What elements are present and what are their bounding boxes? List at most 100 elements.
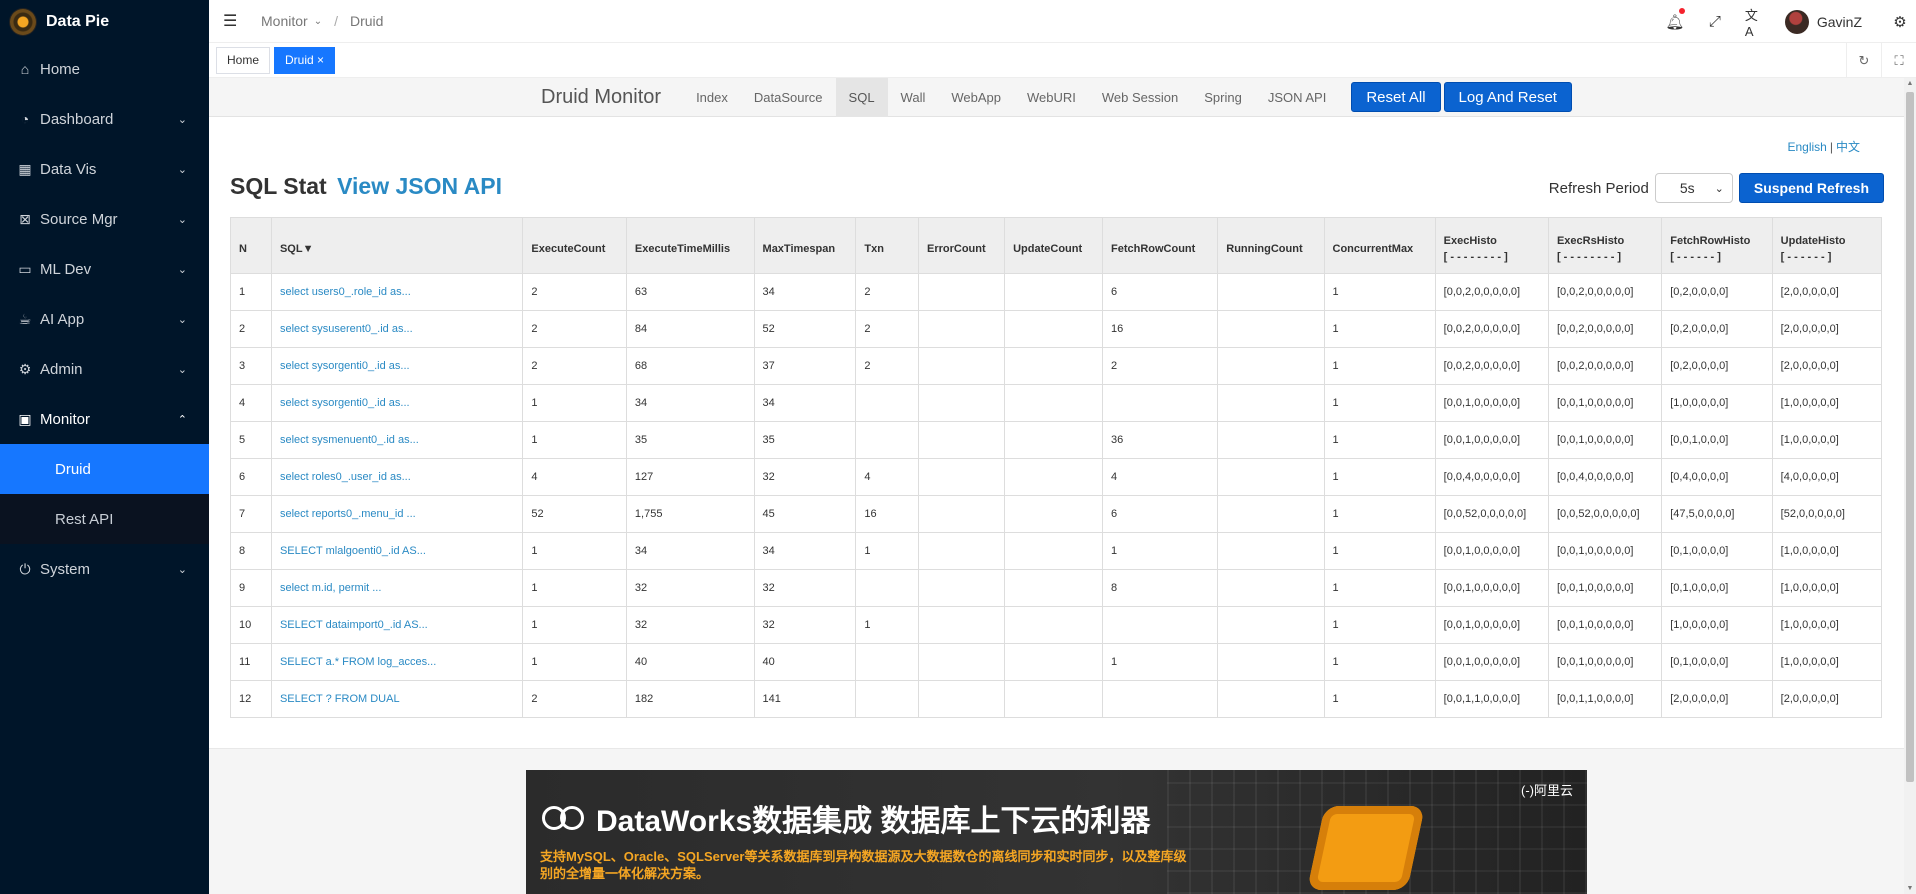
cell-errorcount [917,532,1006,570]
cell-n: 4 [230,384,272,422]
sidebar-item-system[interactable]: ⏻ System ⌄ [0,544,209,594]
sidebar-item-dashboard[interactable]: ◔ Dashboard ⌄ [0,94,209,144]
cell-maxtimespan: 32 [753,458,857,496]
cell-fetchrowcount [1101,606,1219,644]
cell-txn: 2 [855,347,919,385]
cell-txn [855,643,919,681]
cell-updatecount [1004,495,1103,533]
column-header-concurrentmax: ConcurrentMax [1323,217,1436,274]
column-header-sql[interactable]: SQL▼ [270,217,524,274]
ad-banner[interactable]: (-)阿里云 DataWorks数据集成 数据库上下云的利器 支持MySQL、O… [526,770,1587,894]
sidebar-item-ai-app[interactable]: ☕ AI App ⌄ [0,294,209,344]
sidebar-subitem-druid[interactable]: Druid [0,444,209,494]
cell-sql: select m.id, permit ... [270,569,524,607]
sidebar-menu: ⌂ Home ◔ Dashboard ⌄ ▦ Data Vis ⌄ ⊠ Source Mgr ⌄ ▭ M… [0,44,209,594]
tab-druid[interactable]: Druid × [274,46,336,74]
sql-link[interactable]: select sysorgenti0_.id as... [280,397,410,409]
chevron-down-icon: ⌄ [177,563,187,576]
sql-link[interactable]: SELECT a.* FROM log_acces... [280,656,436,668]
laptop-icon: ▭ [18,260,32,277]
scrollbar-thumb[interactable] [1906,92,1914,782]
settings-gear-icon[interactable]: ⚙ [1890,12,1910,32]
sql-link[interactable]: select sysorgenti0_.id as... [280,360,410,372]
sql-link[interactable]: SELECT mlalgoenti0_.id AS... [280,545,426,557]
druid-brand[interactable]: Druid Monitor [541,86,661,109]
cell-updatecount [1004,680,1103,718]
column-header-label: ExecRsHisto [1556,234,1625,247]
druid-nav-index[interactable]: Index [683,78,741,117]
banner-logo-graphic [1307,806,1425,890]
cell-sql: select reports0_.menu_id ... [270,495,524,533]
sidebar-item-monitor[interactable]: ▣ Monitor ⌃ [0,394,209,444]
sql-link[interactable]: select m.id, permit ... [280,582,381,594]
cell-runningcount [1217,495,1325,533]
cell-updatehisto: [4,0,0,0,0,0] [1771,458,1883,496]
bell-icon[interactable]: 🔔︎ [1665,7,1685,32]
scroll-down-icon[interactable]: ▼ [1904,885,1916,892]
scroll-up-icon[interactable]: ▲ [1904,80,1916,87]
reset-all-button[interactable]: Reset All [1351,82,1441,112]
maximize-icon[interactable]: ⛶ [1881,43,1916,78]
refresh-controls: Refresh Period 5s ⌄ Suspend Refresh [1549,173,1884,203]
sql-link[interactable]: select reports0_.menu_id ... [280,508,416,520]
druid-nav-sql[interactable]: SQL [835,78,888,117]
tab-home[interactable]: Home [216,46,271,74]
cell-fetchrowhisto: [0,1,0,0,0,0] [1661,569,1773,607]
sql-link[interactable]: select sysuserent0_.id as... [280,323,413,335]
cell-execrshisto: [0,0,2,0,0,0,0,0] [1547,273,1663,311]
cell-concurrentmax: 1 [1323,310,1436,348]
cell-fetchrowhisto: [0,4,0,0,0,0] [1661,458,1773,496]
sql-link[interactable]: select roles0_.user_id as... [280,471,411,483]
sidebar-item-ml-dev[interactable]: ▭ ML Dev ⌄ [0,244,209,294]
sidebar-item-source-mgr[interactable]: ⊠ Source Mgr ⌄ [0,194,209,244]
refresh-icon[interactable]: ↻ [1846,43,1881,78]
scrollbar[interactable]: ▲ ▼ [1904,78,1916,894]
lang-english-link[interactable]: English [1788,140,1827,154]
cell-execrshisto: [0,0,1,0,0,0,0,0] [1547,606,1663,644]
lang-chinese-link[interactable]: 中文 [1836,140,1860,154]
cell-exechisto: [0,0,2,0,0,0,0,0] [1434,273,1549,311]
sidebar-item-admin[interactable]: ⚙ Admin ⌄ [0,344,209,394]
avatar [1784,9,1809,34]
druid-nav-datasource[interactable]: DataSource [741,78,836,117]
cell-runningcount [1217,643,1325,681]
sidebar-item-home[interactable]: ⌂ Home [0,44,209,94]
menu-toggle-icon[interactable]: ☰ [223,11,241,31]
sql-stat-table: N SQL▼ ExecuteCount ExecuteTimeMillis MaxTim… [230,217,1883,718]
druid-nav-web-session[interactable]: Web Session [1089,78,1191,117]
sql-link[interactable]: SELECT ? FROM DUAL [280,693,400,705]
druid-nav-spring[interactable]: Spring [1191,78,1255,117]
druid-nav-weburi[interactable]: WebURI [1014,78,1089,117]
brand[interactable]: Data Pie [0,0,209,44]
cell-exechisto: [0,0,2,0,0,0,0,0] [1434,347,1549,385]
sql-link[interactable]: select users0_.role_id as... [280,286,411,298]
cell-exechisto: [0,0,1,0,0,0,0,0] [1434,421,1549,459]
druid-frame: Druid Monitor Index DataSource SQL Wall WebA… [209,78,1904,894]
view-json-api-link[interactable]: View JSON API [337,173,502,199]
suspend-refresh-button[interactable]: Suspend Refresh [1738,173,1884,203]
sidebar-subitem-rest-api[interactable]: Rest API [0,494,209,544]
cell-executecount: 1 [522,569,627,607]
user-menu[interactable]: GavinZ [1784,9,1862,34]
translate-icon[interactable]: 文A [1745,8,1765,39]
sidebar-item-label: Monitor [40,410,91,428]
tab-bar-actions: ↻ ⛶ [1846,43,1916,78]
table-row: 12 SELECT ? FROM DUAL 2 182 141 1 [0,0,1,1,0,0… [230,680,1883,718]
druid-nav-wall[interactable]: Wall [888,78,939,117]
druid-nav-json-api[interactable]: JSON API [1255,78,1340,117]
cell-fetchrowcount: 2 [1101,347,1219,385]
cell-n: 5 [230,421,272,459]
histo-range-label: [ - - - - - - - - ] [1443,250,1508,263]
druid-nav-webapp[interactable]: WebApp [938,78,1014,117]
cell-updatehisto: [2,0,0,0,0,0] [1771,347,1883,385]
fullscreen-icon[interactable]: ⤢ [1705,12,1725,32]
sql-link[interactable]: SELECT dataimport0_.id AS... [280,619,428,631]
cell-fetchrowhisto: [2,0,0,0,0,0] [1661,680,1773,718]
sql-link[interactable]: select sysmenuent0_.id as... [280,434,419,446]
banner-headline-text: DataWorks数据集成 数据库上下云的利器 [596,805,1151,838]
breadcrumb-item-monitor[interactable]: Monitor [261,13,308,29]
refresh-period-select[interactable]: 5s ⌄ [1654,173,1733,203]
sidebar-item-data-vis[interactable]: ▦ Data Vis ⌄ [0,144,209,194]
log-and-reset-button[interactable]: Log And Reset [1443,82,1572,112]
cell-executetimemillis: 182 [625,680,755,718]
